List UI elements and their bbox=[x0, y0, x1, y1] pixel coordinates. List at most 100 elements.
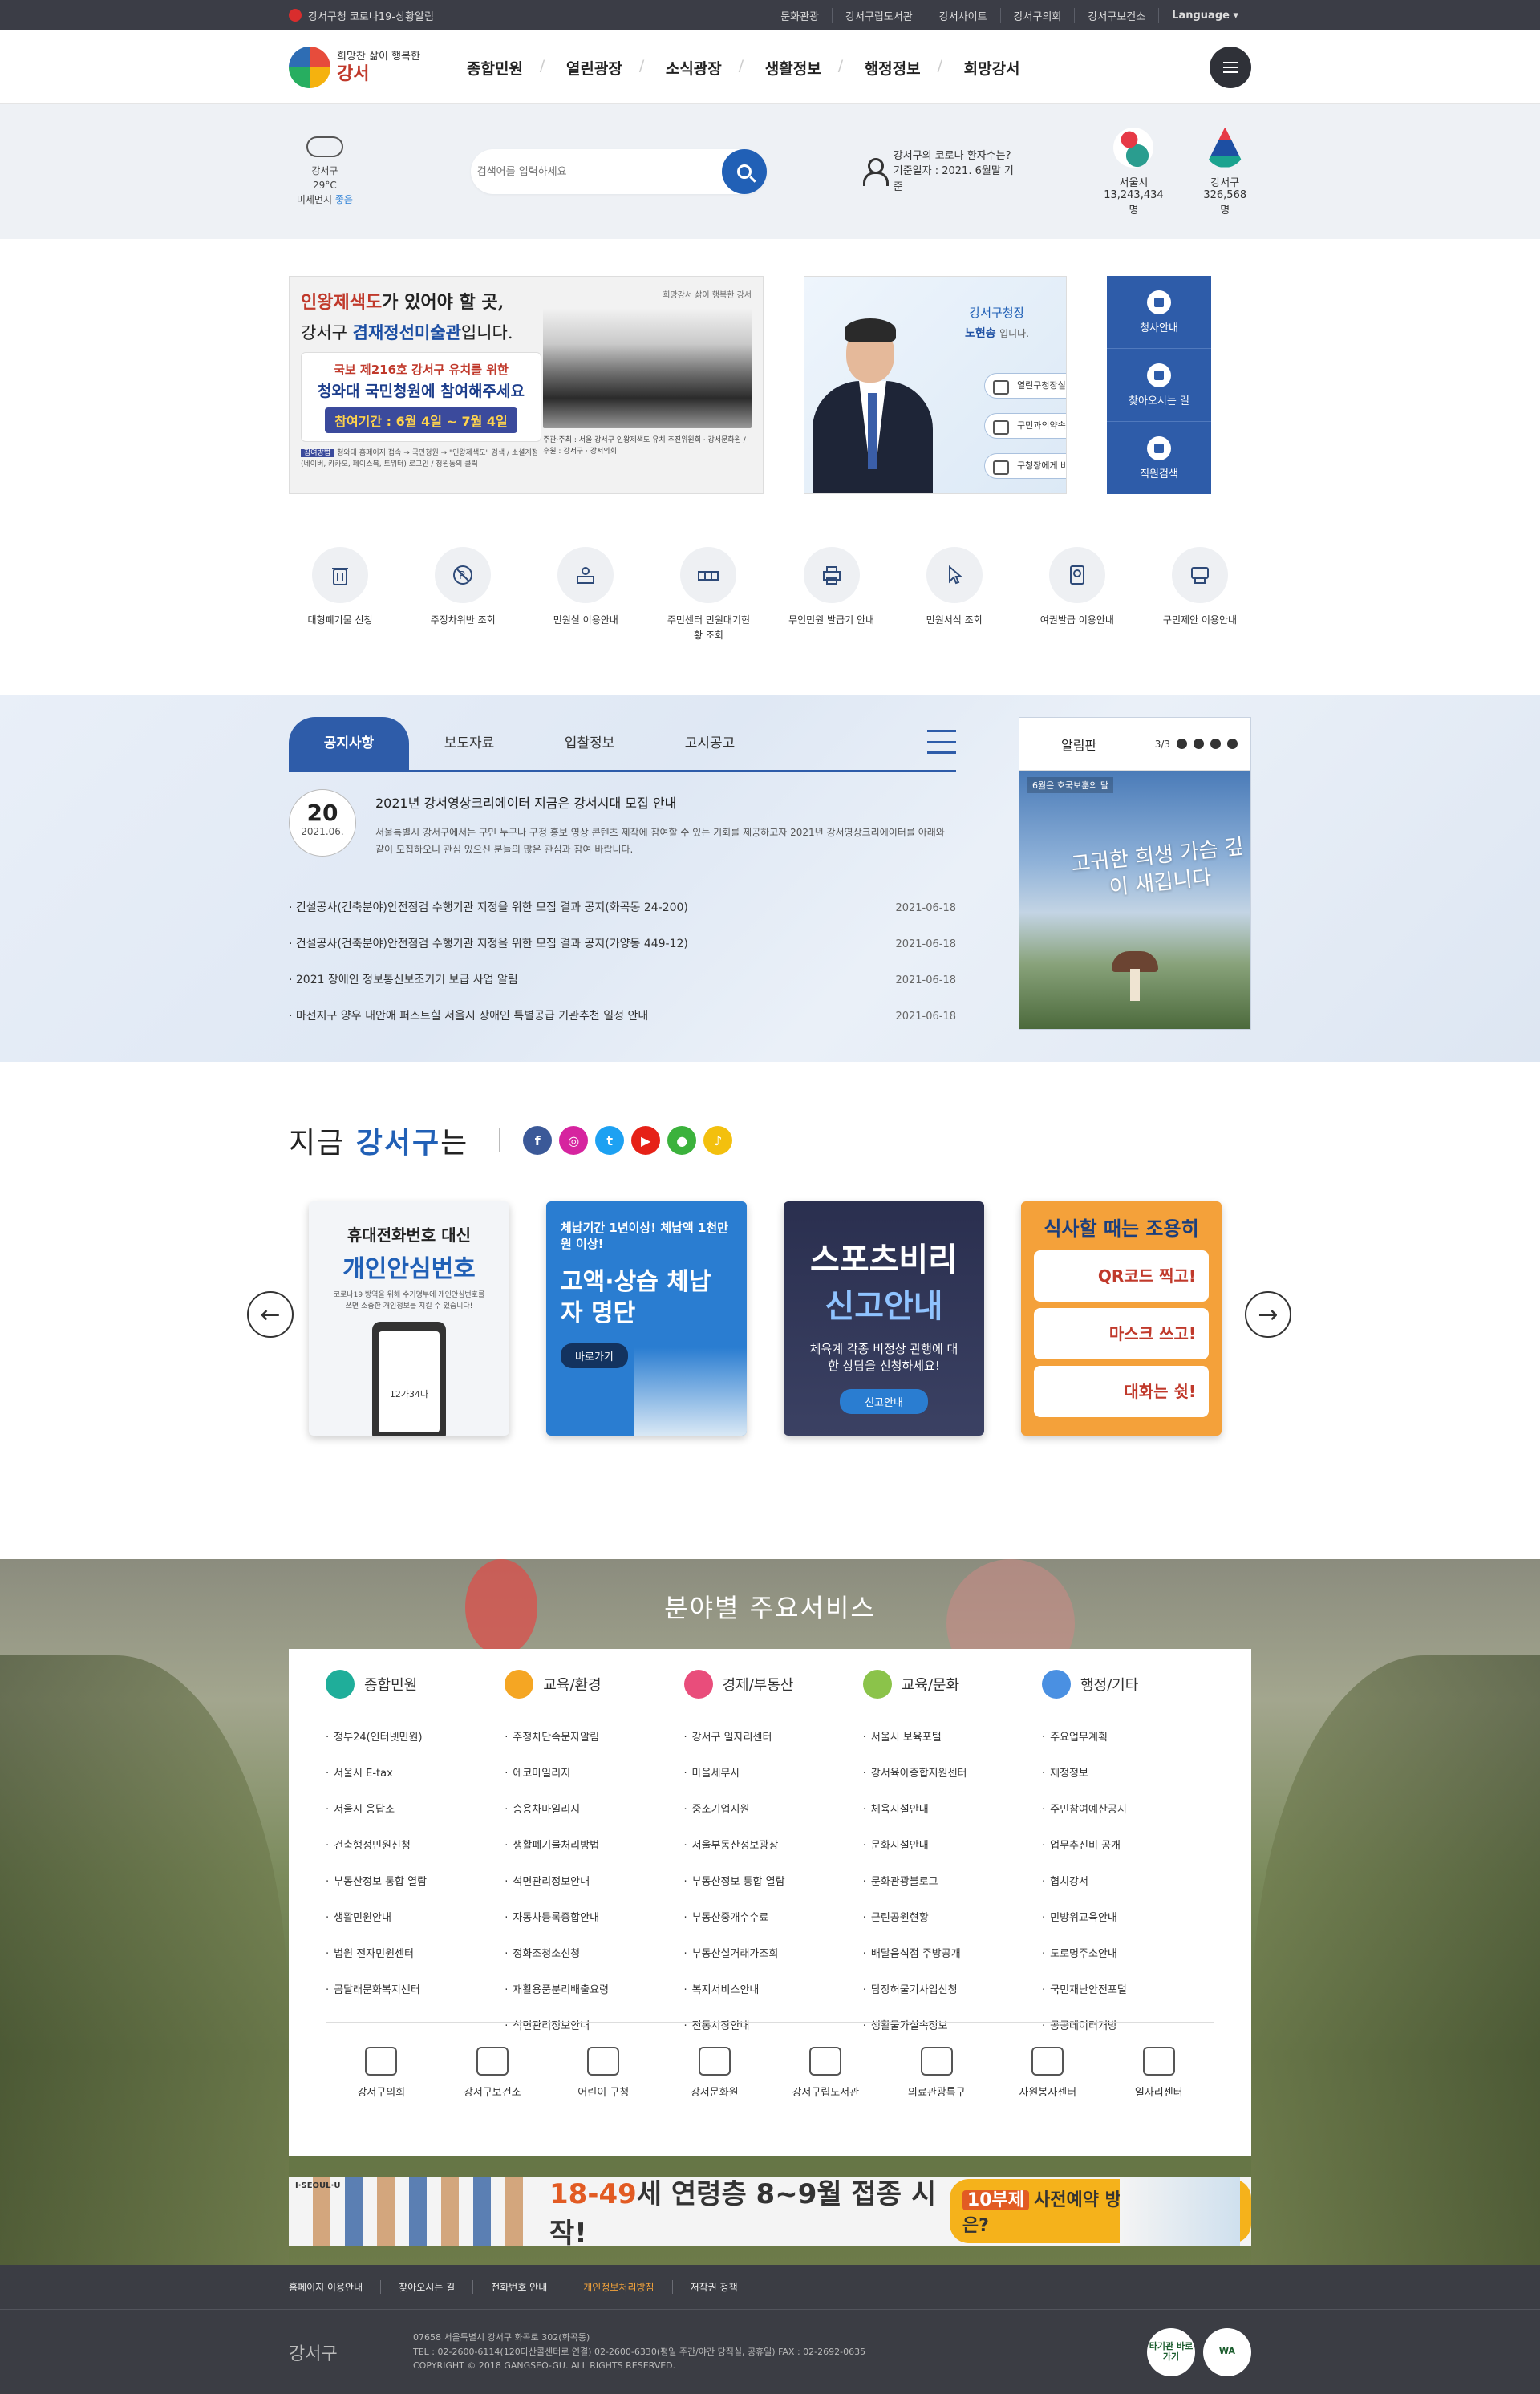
service-link[interactable]: 국민재난안전포털 bbox=[1042, 1972, 1214, 2008]
other-agencies-button[interactable]: 타기관 바로가기 bbox=[1147, 2327, 1195, 2376]
promo-card-sports[interactable]: 스포츠비리 신고안내 체육계 각종 비정상 관행에 대한 상담을 신청하세요! … bbox=[784, 1201, 984, 1436]
service-link[interactable]: 정화조청소신청 bbox=[505, 1936, 677, 1972]
service-link[interactable]: 석면관리정보안내 bbox=[505, 1864, 677, 1900]
service-link[interactable]: 법원 전자민원센터 bbox=[326, 1936, 498, 1972]
promo-card-quiet-meal[interactable]: 식사할 때는 조용히 QR코드 찍고! 마스크 쓰고! 대화는 쉿! bbox=[1021, 1201, 1222, 1436]
service-link[interactable]: 근린공원현황 bbox=[863, 1900, 1035, 1936]
service-link[interactable]: 서울시 응답소 bbox=[326, 1792, 498, 1828]
service-link[interactable]: 주요업무계획 bbox=[1042, 1720, 1214, 1756]
service-link[interactable]: 서울시 E-tax bbox=[326, 1756, 498, 1792]
service-link[interactable]: 문화시설안내 bbox=[863, 1828, 1035, 1864]
footer-link-copyright[interactable]: 저작권 정책 bbox=[673, 2280, 756, 2294]
toplink-council[interactable]: 강서구의회 bbox=[1001, 7, 1076, 23]
service-link[interactable]: 주민참여예산공지 bbox=[1042, 1792, 1214, 1828]
site-kids[interactable]: 어린이 구청 bbox=[559, 2047, 647, 2099]
vaccine-banner[interactable]: I·SEOUL·U 18-49세 연령층 8~9월 접종 시작! 10부제 사전예… bbox=[289, 2177, 1251, 2246]
service-link[interactable]: 중소기업지원 bbox=[684, 1792, 857, 1828]
promo-card-safe-number[interactable]: 휴대전화번호 대신 개인안심번호 코로나19 방역을 위해 수기명부에 개인안심… bbox=[309, 1201, 509, 1436]
corona-status[interactable]: 강서구의 코로나 환자수는? 기준일자 : 2021. 6월말 기준 bbox=[861, 148, 1023, 196]
service-link[interactable]: 에코마일리지 bbox=[505, 1756, 677, 1792]
service-link[interactable]: 승용차마일리지 bbox=[505, 1792, 677, 1828]
toplink-health[interactable]: 강서구보건소 bbox=[1075, 7, 1160, 23]
list-item[interactable]: · 마전지구 양우 내안애 퍼스트힐 서울시 장애인 특별공급 기관추천 일정 … bbox=[289, 999, 956, 1035]
icon-bulky-waste[interactable]: 대형폐기물 신청 bbox=[296, 547, 384, 675]
youtube-icon[interactable]: ▶ bbox=[631, 1126, 661, 1155]
toplink-library[interactable]: 강서구립도서관 bbox=[833, 7, 926, 23]
service-link[interactable]: 체육시설안내 bbox=[863, 1792, 1035, 1828]
icon-forms[interactable]: 민원서식 조회 bbox=[910, 547, 999, 675]
menu-open-square[interactable]: 열린광장 bbox=[540, 57, 644, 79]
icon-waiting-status[interactable]: 주민센터 민원대기현황 조회 bbox=[664, 547, 752, 675]
site-logo[interactable]: 희망찬 삶이 행복한 강서 bbox=[289, 47, 437, 88]
menu-living[interactable]: 생활정보 bbox=[739, 57, 843, 79]
all-menu-button[interactable] bbox=[1210, 47, 1251, 88]
next-icon[interactable] bbox=[1227, 739, 1238, 749]
site-medical[interactable]: 의료관광특구 bbox=[893, 2047, 981, 2099]
site-library[interactable]: 강서구립도서관 bbox=[781, 2047, 869, 2099]
kakao-channel-icon[interactable]: ● bbox=[667, 1126, 697, 1155]
site-volunteer[interactable]: 자원봉사센터 bbox=[1003, 2047, 1092, 2099]
inmang-banner[interactable]: 인왕제색도가 있어야 할 곳, 강서구 겸재정선미술관입니다. 국보 제216호… bbox=[289, 276, 764, 494]
pause-icon[interactable] bbox=[1194, 739, 1204, 749]
site-council[interactable]: 강서구의회 bbox=[337, 2047, 425, 2099]
service-link[interactable]: 마을세무사 bbox=[684, 1756, 857, 1792]
menu-civil[interactable]: 종합민원 bbox=[445, 57, 545, 79]
service-link[interactable]: 문화관광블로그 bbox=[863, 1864, 1035, 1900]
notice-more-button[interactable] bbox=[927, 730, 956, 754]
service-link[interactable]: 업무추진비 공개 bbox=[1042, 1828, 1214, 1864]
mayor-link-office[interactable]: 열린구청장실 bbox=[984, 373, 1066, 399]
menu-news[interactable]: 소식광장 bbox=[639, 57, 744, 79]
service-link[interactable]: 정부24(인터넷민원) bbox=[326, 1720, 498, 1756]
footer-link-phone[interactable]: 전화번호 안내 bbox=[473, 2280, 566, 2294]
tab-announce[interactable]: 고시공고 bbox=[650, 717, 770, 770]
service-link[interactable]: 부동산정보 통합 열람 bbox=[684, 1864, 857, 1900]
tab-bid[interactable]: 입찰정보 bbox=[529, 717, 650, 770]
icon-kiosk[interactable]: 무인민원 발급기 안내 bbox=[788, 547, 876, 675]
toplink-culture[interactable]: 문화관광 bbox=[768, 7, 833, 23]
tab-press[interactable]: 보도자료 bbox=[409, 717, 529, 770]
service-link[interactable]: 서울부동산정보광장 bbox=[684, 1828, 857, 1864]
service-link[interactable]: 배달음식점 주방공개 bbox=[863, 1936, 1035, 1972]
site-jobs[interactable]: 일자리센터 bbox=[1115, 2047, 1203, 2099]
kakao-story-icon[interactable]: ♪ bbox=[703, 1126, 733, 1155]
search-input[interactable] bbox=[476, 165, 722, 178]
service-link[interactable]: 서울시 보육포털 bbox=[863, 1720, 1035, 1756]
tab-notice[interactable]: 공지사항 bbox=[289, 717, 409, 770]
card-button[interactable]: 신고안내 bbox=[840, 1389, 928, 1414]
quick-directions[interactable]: 찾아오시는 길 bbox=[1107, 349, 1211, 422]
twitter-icon[interactable]: t bbox=[595, 1126, 625, 1155]
service-link[interactable]: 생활폐기물처리방법 bbox=[505, 1828, 677, 1864]
facebook-icon[interactable]: f bbox=[523, 1126, 553, 1155]
service-link[interactable]: 주정차단속문자알림 bbox=[505, 1720, 677, 1756]
service-link[interactable]: 자동차등록증합안내 bbox=[505, 1900, 677, 1936]
service-link[interactable]: 도로명주소안내 bbox=[1042, 1936, 1214, 1972]
service-link[interactable]: 강서구 일자리센터 bbox=[684, 1720, 857, 1756]
quick-building[interactable]: 청사안내 bbox=[1107, 276, 1211, 349]
promo-card-tax[interactable]: 체납기간 1년이상! 체납액 1천만원 이상! 고액·상습 체납자 명단 바로가… bbox=[546, 1201, 747, 1436]
list-item[interactable]: · 건설공사(건축분야)안전점검 수행기관 지정을 위한 모집 결과 공지(가양… bbox=[289, 926, 956, 962]
corona-alert[interactable]: 강서구청 코로나19-상황알림 bbox=[289, 8, 434, 23]
play-icon[interactable] bbox=[1210, 739, 1221, 749]
service-link[interactable]: 곰달래문화복지센터 bbox=[326, 1972, 498, 2008]
service-link[interactable]: 재정정보 bbox=[1042, 1756, 1214, 1792]
footer-link-directions[interactable]: 찾아오시는 길 bbox=[381, 2280, 474, 2294]
list-item[interactable]: · 건설공사(건축분야)안전점검 수행기관 지정을 위한 모집 결과 공지(화곡… bbox=[289, 890, 956, 926]
service-link[interactable]: 협치강서 bbox=[1042, 1864, 1214, 1900]
service-link[interactable]: 재활용품분리배출요령 bbox=[505, 1972, 677, 2008]
quick-staff[interactable]: 직원검색 bbox=[1107, 422, 1211, 494]
toplink-sites[interactable]: 강서사이트 bbox=[926, 7, 1001, 23]
menu-admin[interactable]: 행정정보 bbox=[838, 57, 942, 79]
service-link[interactable]: 부동산중개수수료 bbox=[684, 1900, 857, 1936]
icon-suggestion[interactable]: 구민제안 이용안내 bbox=[1156, 547, 1244, 675]
footer-link-guide[interactable]: 홈페이지 이용안내 bbox=[289, 2280, 382, 2294]
service-link[interactable]: 담장허물기사업신청 bbox=[863, 1972, 1035, 2008]
instagram-icon[interactable]: ◎ bbox=[559, 1126, 589, 1155]
mayor-link-promise[interactable]: 구민과의약속(공약) bbox=[984, 413, 1066, 439]
icon-passport[interactable]: 여권발급 이용안내 bbox=[1033, 547, 1121, 675]
service-link[interactable]: 건축행정민원신청 bbox=[326, 1828, 498, 1864]
mayor-link-request[interactable]: 구청장에게 바란다 bbox=[984, 453, 1066, 479]
service-link[interactable]: 민방위교육안내 bbox=[1042, 1900, 1214, 1936]
prev-icon[interactable] bbox=[1177, 739, 1187, 749]
site-culture[interactable]: 강서문화원 bbox=[671, 2047, 759, 2099]
site-health[interactable]: 강서구보건소 bbox=[448, 2047, 537, 2099]
